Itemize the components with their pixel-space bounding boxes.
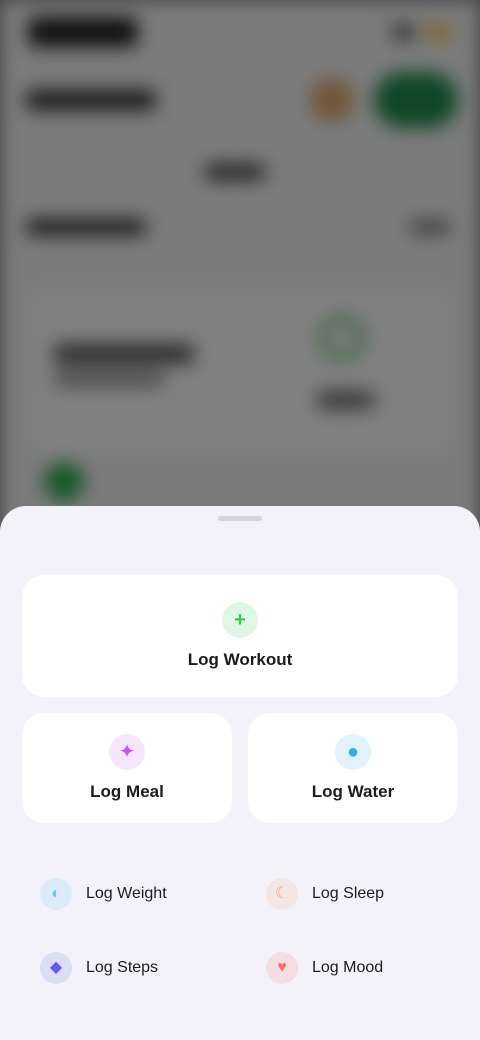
fork-knife-icon: ✦ xyxy=(109,734,145,770)
log-weight-button[interactable]: ◐ Log Weight xyxy=(22,857,232,931)
log-steps-button[interactable]: ◆ Log Steps xyxy=(22,931,232,1005)
footsteps-icon: ◆ xyxy=(40,952,72,984)
log-weight-label: Log Weight xyxy=(86,885,167,902)
sheet-grabber[interactable] xyxy=(218,516,262,521)
log-workout-button[interactable]: + Log Workout xyxy=(22,575,458,697)
log-water-button[interactable]: ● Log Water xyxy=(248,713,458,823)
log-water-label: Log Water xyxy=(311,782,395,801)
quick-log-sheet: + Log Workout ✦ Log Meal ● Log Water ◐ L… xyxy=(0,506,480,1040)
plus-icon: + xyxy=(222,602,258,638)
water-drop-icon: ● xyxy=(335,734,371,770)
log-workout-label: Log Workout xyxy=(187,650,293,669)
log-meal-button[interactable]: ✦ Log Meal xyxy=(22,713,232,823)
log-sleep-label: Log Sleep xyxy=(312,885,385,902)
log-mood-label: Log Mood xyxy=(312,959,384,976)
log-mood-button[interactable]: ♥ Log Mood xyxy=(248,931,458,1005)
moon-icon: ☾ xyxy=(266,878,298,910)
log-steps-label: Log Steps xyxy=(86,959,159,976)
scale-icon: ◐ xyxy=(40,878,72,910)
log-sleep-button[interactable]: ☾ Log Sleep xyxy=(248,857,458,931)
log-options-list: ◐ Log Weight ☾ Log Sleep ◆ Log Steps ♥ L… xyxy=(22,857,458,1005)
heart-icon: ♥ xyxy=(266,952,298,984)
log-meal-label: Log Meal xyxy=(90,782,164,801)
